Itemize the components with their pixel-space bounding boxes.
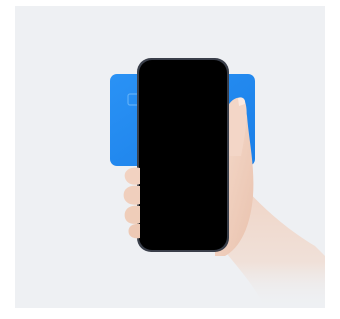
smartphone-icon: [137, 58, 229, 252]
image-frame: [0, 0, 340, 319]
product-photo: [15, 6, 325, 308]
fingers: [123, 167, 140, 239]
nfc-payment-illustration: [110, 58, 325, 308]
hand-icon: [215, 97, 325, 308]
corner-mark: [0, 314, 16, 319]
